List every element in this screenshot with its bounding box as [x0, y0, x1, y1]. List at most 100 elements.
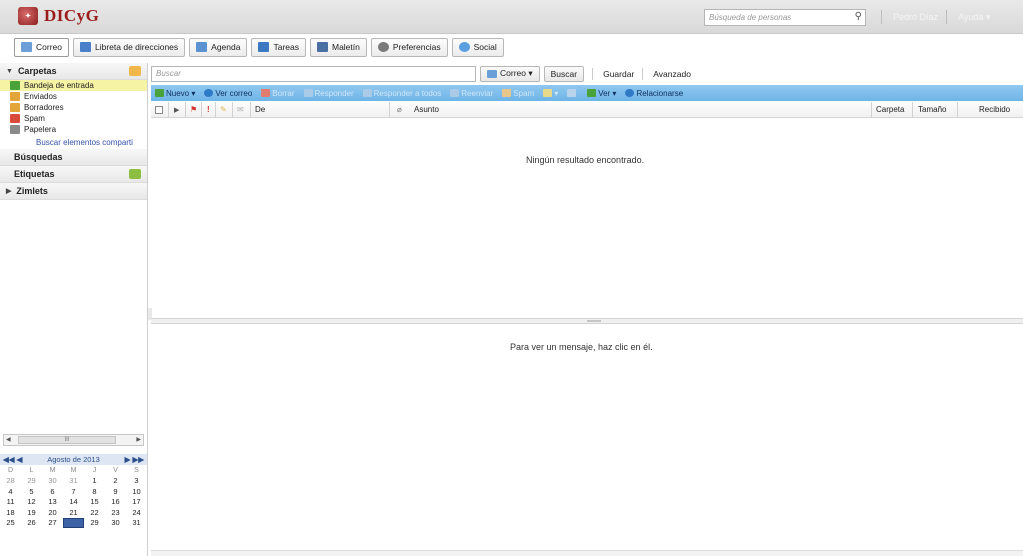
- scroll-right-icon[interactable]: ▶: [136, 436, 141, 443]
- folder-drafts[interactable]: Borradores: [0, 102, 147, 113]
- help-menu[interactable]: Ayuda ▾: [958, 12, 990, 23]
- calendar-day[interactable]: 3: [126, 476, 147, 487]
- folder-options-icon[interactable]: [129, 66, 141, 76]
- folder-trash[interactable]: Papelera: [0, 124, 147, 135]
- logo[interactable]: ✦ DICyG: [18, 6, 99, 26]
- calendar-day[interactable]: 12: [21, 497, 42, 508]
- folder-inbox[interactable]: Bandeja de entrada: [0, 80, 147, 91]
- calendar-day[interactable]: 2: [105, 476, 126, 487]
- tab-mail[interactable]: Correo: [14, 37, 69, 57]
- scroll-left-icon[interactable]: ◀: [6, 436, 11, 443]
- calendar-day[interactable]: 14: [63, 497, 84, 508]
- forward-button[interactable]: Reenviar: [450, 89, 493, 98]
- calendar-day[interactable]: 31: [63, 476, 84, 487]
- tab-tasks[interactable]: Tareas: [251, 37, 306, 57]
- calendar-day[interactable]: 29: [21, 476, 42, 487]
- tab-briefcase[interactable]: Maletín: [309, 37, 367, 57]
- tab-social[interactable]: Social: [451, 37, 504, 57]
- calendar-day[interactable]: 31: [126, 518, 147, 529]
- calendar-day[interactable]: 30: [42, 476, 63, 487]
- new-button[interactable]: Nuevo ▾: [155, 89, 195, 98]
- calendar-next-button[interactable]: ▶ ▶▶: [125, 455, 144, 464]
- priority-column-icon[interactable]: !: [207, 102, 210, 117]
- folder-spam[interactable]: Spam: [0, 113, 147, 124]
- calendar-day[interactable]: 20: [42, 507, 63, 518]
- calendar-day[interactable]: 1: [84, 476, 105, 487]
- select-all-checkbox[interactable]: [155, 102, 163, 117]
- spam-button[interactable]: Spam: [502, 89, 534, 98]
- user-name[interactable]: Pedro Díaz: [893, 12, 938, 22]
- expand-column-icon[interactable]: ▶: [174, 102, 179, 117]
- zimlets-header[interactable]: ▶ Zimlets: [0, 183, 147, 200]
- people-search-input[interactable]: Búsqueda de personas ⚲: [704, 9, 866, 26]
- tag-button[interactable]: ▾: [543, 89, 558, 98]
- attachment-column-icon[interactable]: ⌀: [397, 102, 402, 117]
- calendar-day[interactable]: 5: [21, 486, 42, 497]
- people-search-placeholder: Búsqueda de personas: [709, 13, 792, 22]
- searches-header[interactable]: Búsquedas: [0, 149, 147, 166]
- calendar-day[interactable]: 4: [0, 486, 21, 497]
- collapse-arrow-icon[interactable]: ▼: [6, 68, 13, 75]
- search-icon[interactable]: ⚲: [855, 11, 862, 22]
- advanced-search-link[interactable]: Avanzado: [653, 69, 691, 79]
- tab-calendar[interactable]: Agenda: [189, 37, 248, 57]
- column-subject[interactable]: Asunto: [414, 102, 439, 117]
- calendar-day[interactable]: 7: [63, 486, 84, 497]
- scroll-thumb[interactable]: III: [18, 436, 116, 444]
- delete-button[interactable]: Borrar: [261, 89, 295, 98]
- calendar-day[interactable]: 11: [0, 497, 21, 508]
- folders-header[interactable]: ▼ Carpetas: [0, 63, 147, 80]
- calendar-day[interactable]: 24: [126, 507, 147, 518]
- save-search-link[interactable]: Guardar: [603, 69, 634, 79]
- column-folder[interactable]: Carpeta: [876, 102, 904, 117]
- column-received[interactable]: Recibido: [979, 102, 1010, 117]
- calendar-day[interactable]: 17: [126, 497, 147, 508]
- relate-button[interactable]: Relacionarse: [625, 89, 683, 98]
- calendar-day[interactable]: 28: [63, 517, 84, 528]
- view-menu-button[interactable]: Ver ▾: [587, 89, 616, 98]
- tab-preferences[interactable]: Preferencias: [370, 37, 448, 57]
- column-from[interactable]: De: [255, 102, 265, 117]
- calendar-day[interactable]: 18: [0, 507, 21, 518]
- search-input[interactable]: Buscar: [151, 65, 476, 82]
- check-mail-button[interactable]: Ver correo: [204, 89, 252, 98]
- calendar-day[interactable]: 22: [84, 507, 105, 518]
- calendar-day[interactable]: 16: [105, 497, 126, 508]
- calendar-day[interactable]: 15: [84, 497, 105, 508]
- expand-arrow-icon[interactable]: ▶: [6, 187, 11, 195]
- calendar-prev-button[interactable]: ◀◀ ◀: [3, 455, 22, 464]
- calendar-day[interactable]: 29: [84, 518, 105, 529]
- briefcase-icon: [316, 42, 328, 52]
- calendar-day[interactable]: 28: [0, 476, 21, 487]
- status-column-icon[interactable]: ✉: [237, 102, 244, 117]
- reading-pane-splitter[interactable]: [151, 318, 1023, 324]
- calendar-day[interactable]: 23: [105, 507, 126, 518]
- calendar-day[interactable]: 27: [42, 518, 63, 529]
- print-button[interactable]: [567, 89, 578, 98]
- splitter-grip-icon[interactable]: [587, 320, 601, 322]
- calendar-day[interactable]: 30: [105, 518, 126, 529]
- find-shared-link[interactable]: Buscar elementos comparti: [0, 135, 147, 149]
- calendar-day[interactable]: 21: [63, 507, 84, 518]
- folder-sent[interactable]: Enviados: [0, 91, 147, 102]
- calendar-day[interactable]: 13: [42, 497, 63, 508]
- calendar-day[interactable]: 8: [84, 486, 105, 497]
- flag-column-icon[interactable]: ⚑: [190, 102, 197, 117]
- tag-column-icon[interactable]: ✎: [220, 102, 227, 117]
- search-button[interactable]: Buscar: [543, 65, 585, 82]
- calendar-day[interactable]: 9: [105, 486, 126, 497]
- column-size[interactable]: Tamaño: [918, 102, 946, 117]
- calendar-day[interactable]: 26: [21, 518, 42, 529]
- tags-header[interactable]: Etiquetas: [0, 166, 147, 183]
- tag-options-icon[interactable]: [129, 169, 141, 179]
- reply-all-button[interactable]: Responder a todos: [362, 89, 441, 98]
- search-scope-dropdown[interactable]: Correo ▾: [480, 65, 540, 82]
- calendar-day[interactable]: 10: [126, 486, 147, 497]
- calendar-title[interactable]: Agosto de 2013: [47, 455, 100, 464]
- tab-addressbook[interactable]: Libreta de direcciones: [72, 37, 186, 57]
- calendar-day[interactable]: 6: [42, 486, 63, 497]
- calendar-day[interactable]: 25: [0, 518, 21, 529]
- reply-button[interactable]: Responder: [303, 89, 354, 98]
- calendar-day[interactable]: 19: [21, 507, 42, 518]
- sidebar-hscrollbar[interactable]: ◀ III ▶: [3, 434, 144, 446]
